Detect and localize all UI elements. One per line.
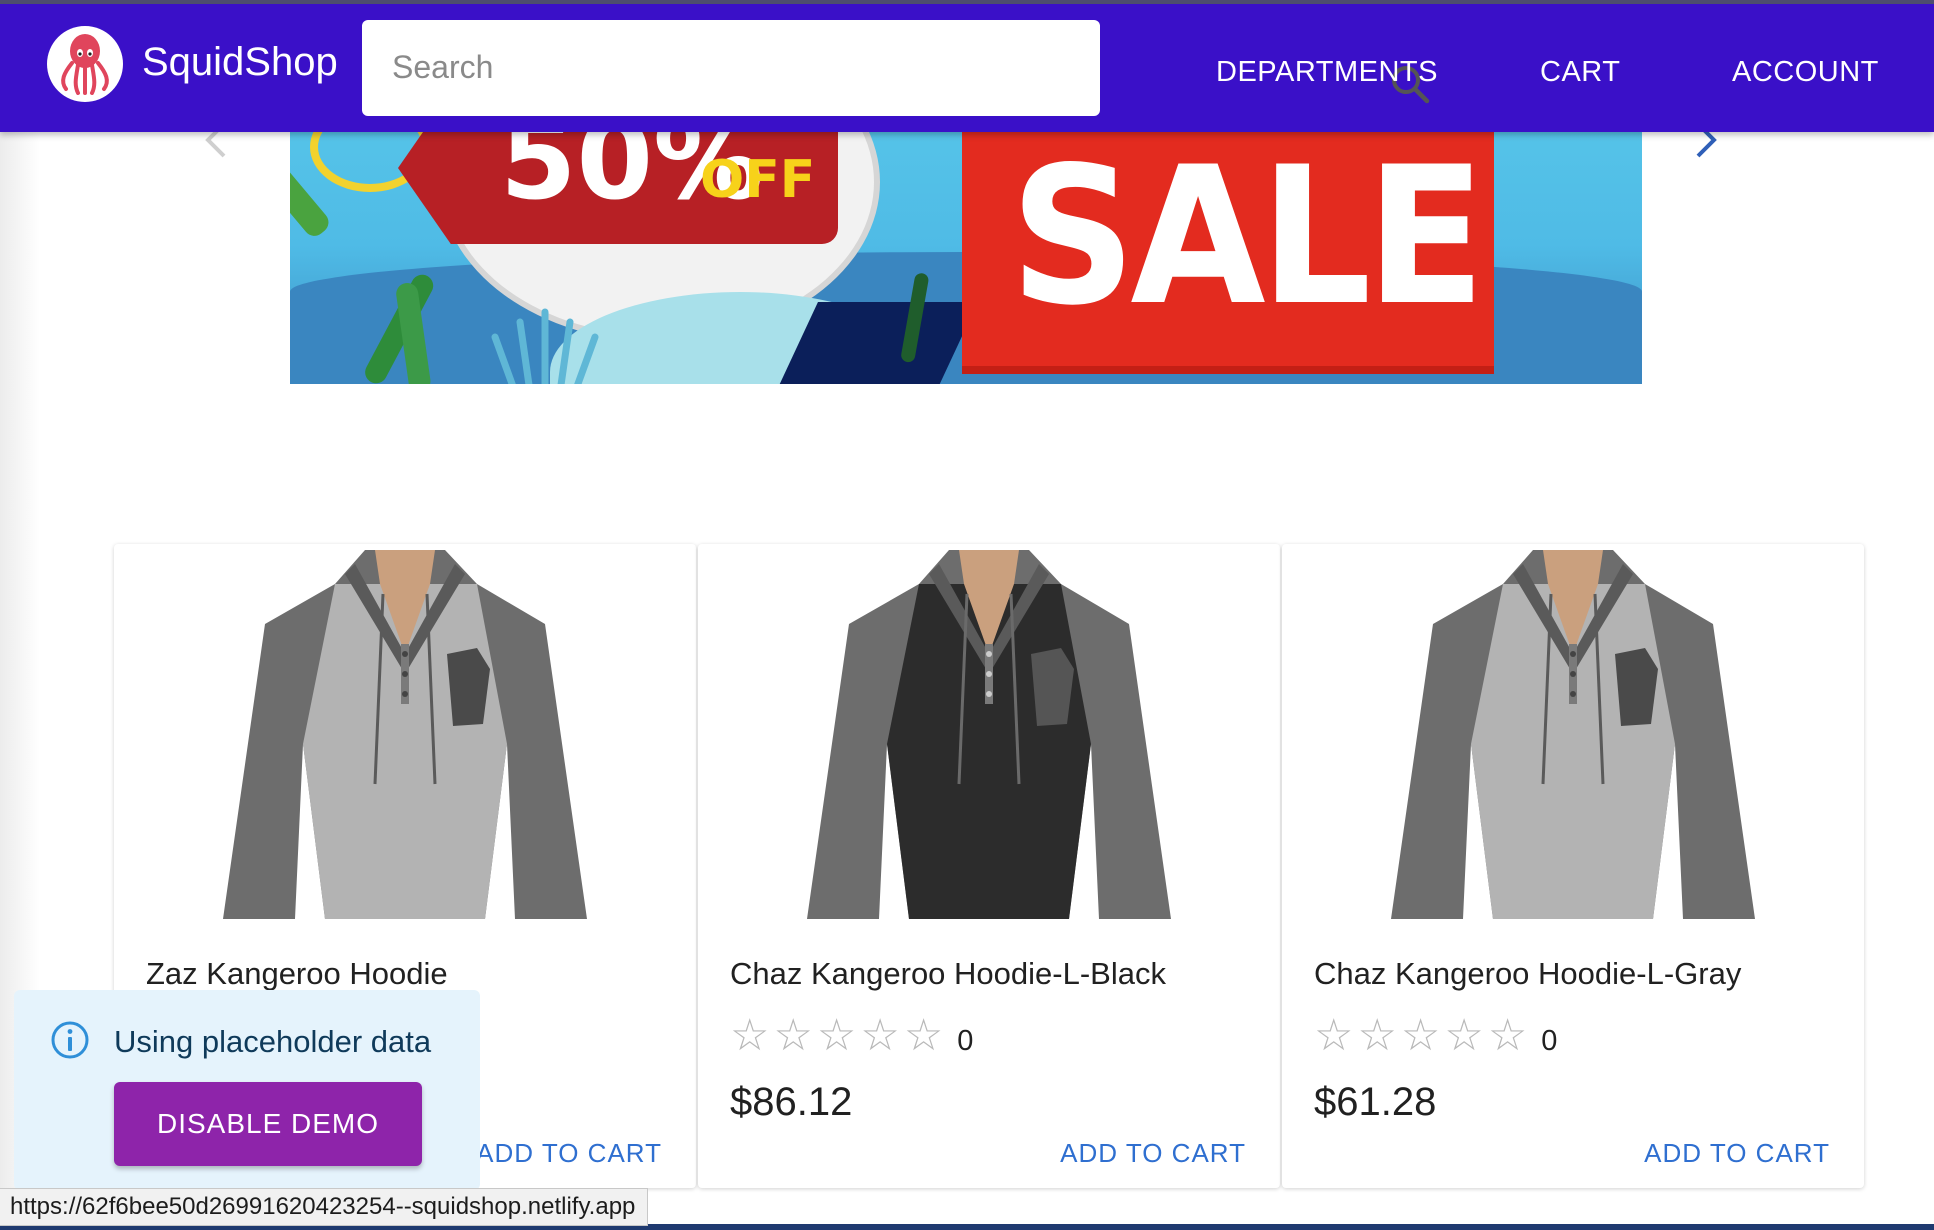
product-card[interactable]: Chaz Kangeroo Hoodie-L-Black ☆ ☆ ☆ ☆ ☆ 0…	[698, 544, 1280, 1188]
squid-icon	[61, 34, 109, 95]
product-price: $86.12	[730, 1080, 853, 1124]
add-to-cart-button[interactable]: ADD TO CART	[1644, 1138, 1830, 1169]
star-icon: ☆	[860, 1011, 900, 1060]
star-icon: ☆	[903, 1011, 944, 1060]
logo[interactable]	[47, 26, 123, 102]
product-title[interactable]: Chaz Kangeroo Hoodie-L-Gray	[1314, 956, 1741, 992]
product-card[interactable]: Chaz Kangeroo Hoodie-L-Gray ☆ ☆ ☆ ☆ ☆ 0 …	[1282, 544, 1864, 1188]
disable-demo-button[interactable]: DISABLE DEMO	[114, 1082, 422, 1166]
star-icon: ☆	[1444, 1011, 1484, 1060]
star-icon: ☆	[773, 1011, 813, 1060]
status-bar-url: https://62f6bee50d26991620423254--squids…	[0, 1188, 649, 1226]
star-icon: ☆	[1357, 1011, 1397, 1060]
rating-count: 0	[1541, 1024, 1558, 1057]
rating-count: 0	[957, 1024, 974, 1057]
product-title[interactable]: Zaz Kangeroo Hoodie	[146, 956, 448, 992]
demo-message: Using placeholder data	[114, 1024, 432, 1059]
search-input[interactable]	[392, 42, 992, 92]
product-image[interactable]	[114, 544, 696, 919]
search-bar	[362, 20, 1430, 116]
discount-off-label: OFF	[700, 150, 816, 210]
hoodie-image	[807, 550, 1171, 919]
sale-banner[interactable]: 50% OFF SALE	[290, 132, 1642, 384]
brand-name[interactable]: SquidShop	[142, 40, 338, 85]
coral-decoration	[491, 308, 599, 384]
sale-label: SALE	[1010, 132, 1485, 347]
hoodie-image	[1391, 550, 1755, 919]
product-title[interactable]: Chaz Kangeroo Hoodie-L-Black	[730, 956, 1166, 992]
add-to-cart-button[interactable]: ADD TO CART	[476, 1138, 662, 1169]
star-icon: ☆	[816, 1011, 857, 1060]
info-icon	[51, 1021, 89, 1059]
add-to-cart-button[interactable]: ADD TO CART	[1060, 1138, 1246, 1169]
star-icon: ☆	[730, 1011, 770, 1060]
nav-account[interactable]: ACCOUNT	[1732, 56, 1879, 89]
nav-cart[interactable]: CART	[1540, 56, 1620, 89]
demo-alert: Using placeholder data DISABLE DEMO	[14, 990, 480, 1190]
product-image[interactable]	[1282, 544, 1864, 919]
star-icon: ☆	[1314, 1011, 1354, 1060]
star-rating: ☆ ☆ ☆ ☆ ☆ 0	[730, 1014, 973, 1058]
star-icon: ☆	[1487, 1011, 1528, 1060]
star-icon: ☆	[1400, 1011, 1441, 1060]
product-price: $61.28	[1314, 1080, 1437, 1124]
nav-departments[interactable]: DEPARTMENTS	[1216, 56, 1438, 89]
product-image[interactable]	[698, 544, 1280, 919]
hoodie-image	[223, 550, 587, 919]
star-rating: ☆ ☆ ☆ ☆ ☆ 0	[1314, 1014, 1557, 1058]
top-app-bar: SquidShop DEPARTMENTS CART ACCOUNT	[0, 0, 1934, 132]
